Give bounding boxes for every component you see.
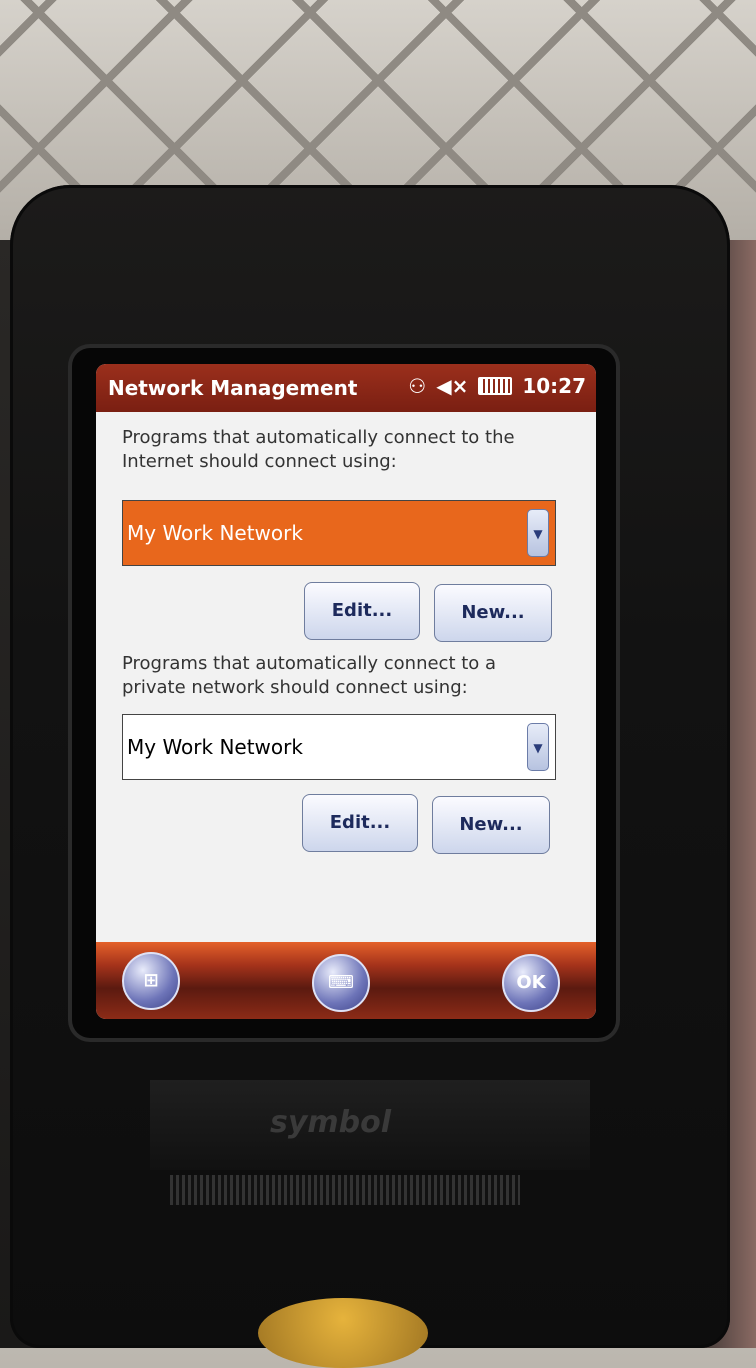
scan-trigger-key[interactable] <box>258 1298 428 1368</box>
device-brand-logo: symbol <box>270 1105 392 1140</box>
taskbar: ⊞ ⌨ OK <box>96 942 596 1019</box>
battery-icon[interactable] <box>478 377 513 395</box>
volume-muted-icon[interactable]: ◀× <box>436 374 468 398</box>
clock[interactable]: 10:27 <box>522 374 586 398</box>
private-new-button[interactable]: New... <box>432 796 550 854</box>
connectivity-icon[interactable]: ⚇ <box>408 374 426 398</box>
keyboard-icon[interactable]: ⌨ <box>312 954 370 1012</box>
internet-network-value: My Work Network <box>127 521 303 545</box>
dropdown-arrow-icon[interactable]: ▼ <box>527 723 549 771</box>
internet-prompt: Programs that automatically connect to t… <box>122 427 515 472</box>
title-bar: Network Management ⚇ ◀× 10:27 <box>96 364 596 412</box>
private-network-dropdown[interactable]: My Work Network ▼ <box>122 714 556 780</box>
page-title: Network Management <box>108 376 358 400</box>
internet-edit-button[interactable]: Edit... <box>304 582 420 640</box>
private-prompt: Programs that automatically connect to a… <box>122 653 497 698</box>
status-icons: ⚇ ◀× 10:27 <box>408 374 586 398</box>
speaker-grille <box>170 1175 520 1205</box>
windows-start-icon[interactable]: ⊞ <box>122 952 180 1010</box>
private-edit-button[interactable]: Edit... <box>302 794 418 852</box>
dropdown-arrow-icon[interactable]: ▼ <box>527 509 549 557</box>
internet-network-dropdown[interactable]: My Work Network ▼ <box>122 500 556 566</box>
device-screen: Network Management ⚇ ◀× 10:27 Programs t… <box>96 364 596 1019</box>
ok-button[interactable]: OK <box>502 954 560 1012</box>
private-network-value: My Work Network <box>127 735 303 759</box>
internet-new-button[interactable]: New... <box>434 584 552 642</box>
